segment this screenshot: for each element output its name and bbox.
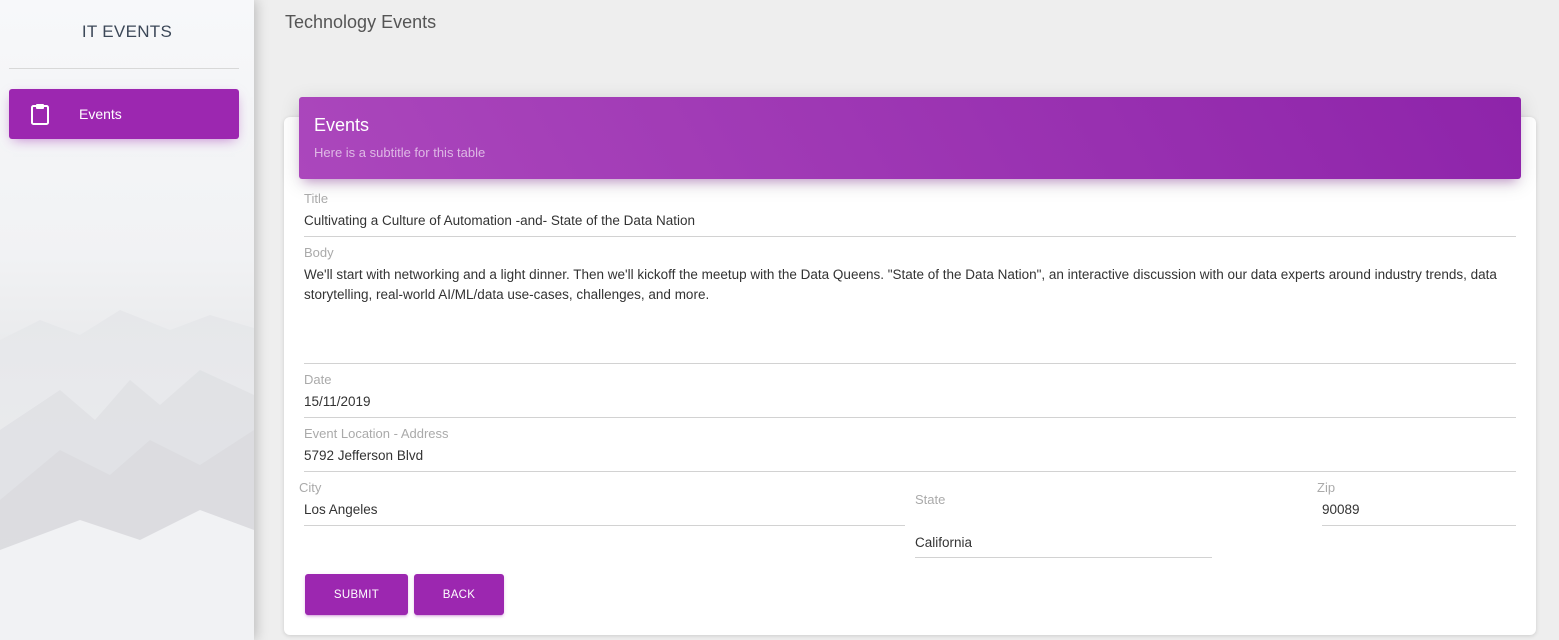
city-field-value[interactable]: Los Angeles [299, 500, 905, 520]
page-title[interactable]: Technology Events [285, 12, 436, 33]
date-field[interactable]: Date 15/11/2019 [304, 372, 1516, 418]
sidebar-brand[interactable]: IT EVENTS [0, 22, 254, 42]
city-field[interactable]: City Los Angeles [299, 480, 905, 526]
address-field-value[interactable]: 5792 Jefferson Blvd [304, 446, 1516, 466]
sidebar-item-label: Events [79, 106, 122, 122]
card-subtitle: Here is a subtitle for this table [314, 145, 486, 160]
address-field-label: Event Location - Address [304, 426, 449, 441]
state-field-underline [915, 557, 1212, 558]
card-title: Events [314, 115, 370, 135]
title-field-underline [304, 236, 1516, 237]
zip-field-label: Zip [1317, 480, 1336, 495]
address-field-underline [304, 471, 1516, 472]
city-field-underline [304, 525, 905, 526]
date-field-underline [304, 417, 1516, 418]
state-field[interactable]: State California [915, 492, 1212, 558]
sidebar-item-events[interactable]: Events [9, 89, 239, 139]
title-field-label: Title [304, 191, 329, 206]
title-field-value[interactable]: Cultivating a Culture of Automation -and… [304, 211, 1516, 231]
clipboard-icon [29, 102, 51, 126]
date-field-value[interactable]: 15/11/2019 [304, 392, 1516, 412]
date-field-label: Date [304, 372, 332, 387]
card-header: Events Here is a subtitle for this table [299, 97, 1521, 179]
zip-field-underline [1322, 525, 1516, 526]
back-button[interactable]: Back [414, 574, 504, 615]
sidebar-divider [9, 68, 239, 69]
address-field[interactable]: Event Location - Address 5792 Jefferson … [304, 426, 1516, 472]
body-field[interactable]: Body We'll start with networking and a l… [304, 245, 1516, 364]
city-field-label: City [299, 480, 322, 495]
body-field-value[interactable]: We'll start with networking and a light … [304, 265, 1516, 304]
body-field-underline [304, 363, 1516, 364]
state-field-label: State [915, 492, 946, 507]
sidebar-background-image [0, 310, 254, 640]
sidebar: IT EVENTS Events [0, 0, 254, 640]
zip-field-value[interactable]: 90089 [1317, 500, 1516, 520]
body-field-label: Body [304, 245, 334, 260]
state-field-value[interactable]: California [915, 533, 1212, 553]
title-field[interactable]: Title Cultivating a Culture of Automatio… [304, 191, 1516, 237]
submit-button[interactable]: Submit [305, 574, 408, 615]
zip-field[interactable]: Zip 90089 [1317, 480, 1516, 526]
